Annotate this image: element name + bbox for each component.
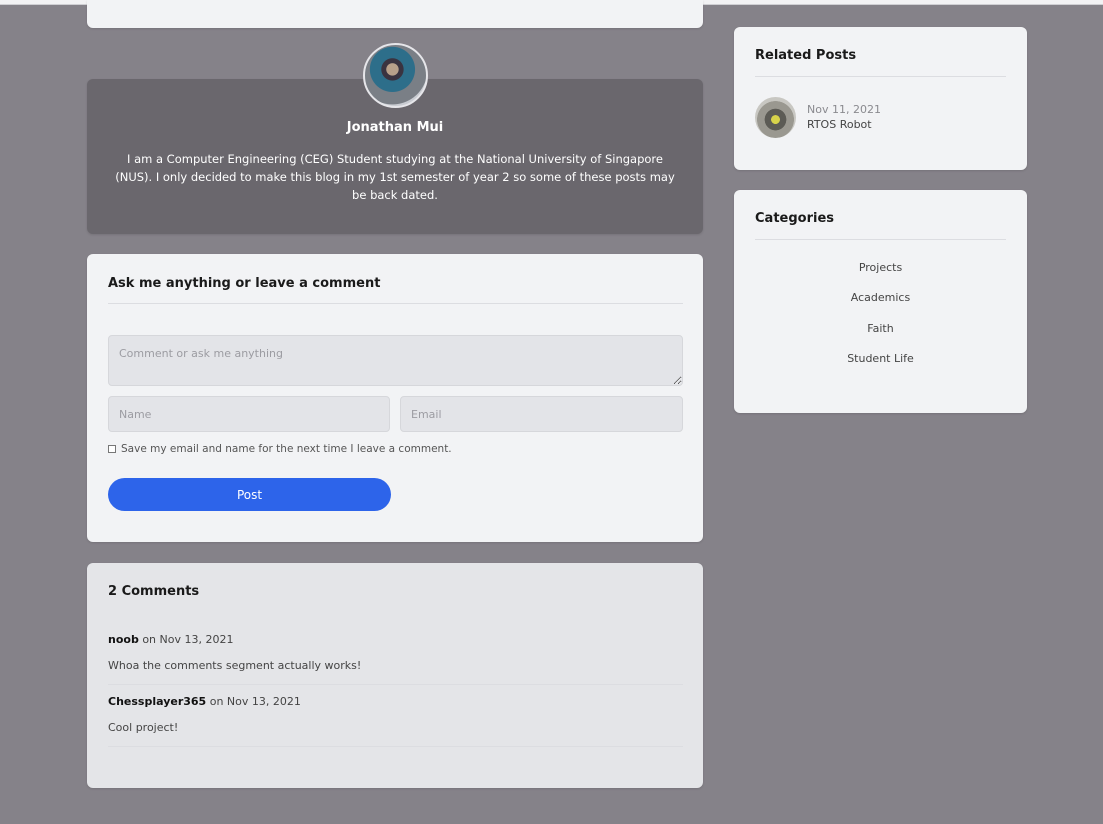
divider: [755, 239, 1006, 240]
category-link-faith[interactable]: Faith: [734, 322, 1027, 335]
post-button[interactable]: Post: [108, 478, 391, 511]
comment-form-card: Ask me anything or leave a comment Save …: [87, 254, 703, 542]
comment-meta: noob on Nov 13, 2021: [108, 633, 233, 646]
post-content-card-bottom: [87, 0, 703, 28]
category-link-academics[interactable]: Academics: [734, 291, 1027, 304]
related-post-date: Nov 11, 2021: [807, 103, 881, 116]
author-avatar: [363, 43, 428, 108]
comment-author: Chessplayer365: [108, 695, 207, 708]
comment-date: on Nov 13, 2021: [142, 633, 234, 646]
divider: [755, 76, 1006, 77]
author-name: Jonathan Mui: [346, 120, 444, 135]
divider: [108, 303, 683, 304]
category-link-student-life[interactable]: Student Life: [734, 352, 1027, 365]
email-input[interactable]: [400, 396, 683, 432]
comment-divider: [108, 684, 683, 685]
comments-title: 2 Comments: [108, 584, 200, 599]
comments-card: 2 Comments noob on Nov 13, 2021 Whoa the…: [87, 563, 703, 788]
categories-card: Categories Projects Academics Faith Stud…: [734, 190, 1027, 413]
save-info-label: Save my email and name for the next time…: [121, 443, 452, 455]
category-link-projects[interactable]: Projects: [734, 261, 1027, 274]
comment-text: Whoa the comments segment actually works…: [108, 659, 362, 672]
related-post-thumbnail[interactable]: [755, 97, 796, 138]
comment-divider: [108, 746, 683, 747]
save-info-checkbox[interactable]: [108, 445, 116, 453]
author-bio: I am a Computer Engineering (CEG) Studen…: [115, 152, 675, 202]
related-posts-card: Related Posts Nov 11, 2021 RTOS Robot: [734, 27, 1027, 170]
comment-text: Cool project!: [108, 721, 179, 734]
comment-author: noob: [108, 633, 139, 646]
comment-meta: Chessplayer365 on Nov 13, 2021: [108, 695, 301, 708]
categories-title: Categories: [755, 211, 835, 226]
comment-form-title: Ask me anything or leave a comment: [108, 276, 381, 291]
related-post-link[interactable]: RTOS Robot: [807, 118, 872, 131]
save-info-row: Save my email and name for the next time…: [108, 443, 452, 455]
comment-date: on Nov 13, 2021: [209, 695, 301, 708]
related-posts-title: Related Posts: [755, 48, 857, 63]
name-input[interactable]: [108, 396, 390, 432]
comment-textarea[interactable]: [108, 335, 683, 386]
